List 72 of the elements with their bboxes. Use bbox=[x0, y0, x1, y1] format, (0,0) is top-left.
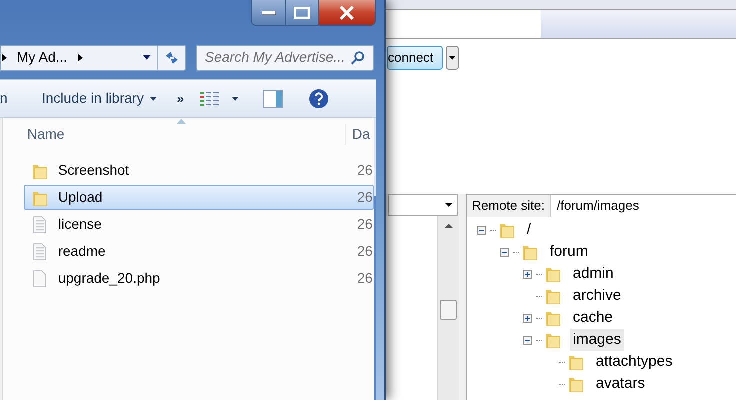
chevron-icon bbox=[2, 54, 7, 62]
maximize-button[interactable] bbox=[286, 0, 319, 25]
folder-icon bbox=[522, 243, 538, 261]
scrollbar[interactable] bbox=[374, 118, 376, 400]
date-cell-text: 26 bbox=[357, 242, 373, 261]
collapse-icon[interactable] bbox=[523, 336, 532, 344]
chevron-icon bbox=[78, 54, 83, 62]
collapse-icon[interactable] bbox=[500, 248, 509, 256]
caret-icon bbox=[448, 56, 456, 60]
tree-item[interactable]: archive bbox=[570, 284, 624, 308]
tree-item[interactable]: admin bbox=[570, 262, 617, 286]
maximize-icon bbox=[294, 6, 310, 18]
folder-icon bbox=[545, 287, 561, 305]
text-file-icon bbox=[32, 242, 48, 260]
collapse-icon[interactable] bbox=[477, 226, 486, 234]
dropdown-caret-icon[interactable] bbox=[143, 55, 151, 60]
date-cell-text: 26 bbox=[357, 269, 373, 288]
folder-icon bbox=[545, 309, 561, 327]
file-icon bbox=[32, 270, 48, 288]
date-cell-text: 26 bbox=[357, 188, 373, 207]
scroll-up-icon bbox=[445, 224, 453, 228]
date-cell-text: 26 bbox=[357, 161, 373, 180]
file-name: upgrade_20.php bbox=[58, 269, 162, 288]
folder-icon bbox=[499, 221, 515, 239]
file-name: readme bbox=[58, 242, 107, 261]
local-site-combo[interactable] bbox=[388, 194, 458, 216]
caret-icon[interactable] bbox=[232, 96, 240, 100]
scrollbar[interactable] bbox=[437, 216, 459, 400]
folder-icon bbox=[568, 353, 584, 371]
search-field[interactable]: Search My Advertise... bbox=[196, 44, 374, 70]
folder-icon bbox=[568, 375, 584, 393]
expand-icon[interactable] bbox=[523, 314, 532, 322]
file-name: Screenshot bbox=[58, 161, 130, 180]
file-row[interactable]: license 26 bbox=[24, 212, 374, 237]
tree-item[interactable]: forum bbox=[547, 240, 592, 264]
address-bar[interactable]: My Ad... bbox=[0, 44, 186, 70]
close-icon bbox=[339, 6, 355, 20]
tree-item[interactable]: / bbox=[524, 218, 534, 242]
close-button[interactable] bbox=[319, 0, 375, 25]
column-header[interactable]: Name bbox=[27, 124, 346, 144]
text-file-icon bbox=[32, 216, 48, 234]
toolbar-item[interactable]: n bbox=[0, 88, 10, 109]
remote-path-field[interactable]: /forum/images bbox=[550, 195, 736, 217]
file-row[interactable]: upgrade_20.php 26 bbox=[24, 266, 374, 291]
folder-icon bbox=[545, 331, 561, 349]
search-icon bbox=[351, 50, 365, 64]
quickconnect-dropdown[interactable] bbox=[446, 46, 459, 70]
caret-icon bbox=[150, 96, 157, 100]
file-row[interactable]: Screenshot 26 bbox=[24, 158, 374, 183]
breadcrumb-item[interactable]: My Ad... bbox=[17, 47, 68, 68]
folder-icon bbox=[545, 265, 561, 283]
expand-icon[interactable] bbox=[523, 270, 532, 278]
date-cell-text: 26 bbox=[357, 215, 373, 234]
file-name: Upload bbox=[58, 188, 104, 207]
file-name: license bbox=[58, 215, 103, 234]
column-header[interactable]: Da bbox=[345, 124, 370, 144]
tree-item[interactable]: avatars bbox=[593, 372, 648, 396]
include-in-library-button[interactable]: Include in library bbox=[42, 88, 157, 109]
tree-item[interactable]: attachtypes bbox=[593, 350, 676, 374]
quickconnect-button[interactable]: connect bbox=[387, 46, 443, 70]
caret-icon bbox=[445, 203, 453, 207]
more-button[interactable]: » bbox=[176, 88, 184, 108]
help-icon[interactable] bbox=[309, 88, 330, 108]
tree-item[interactable]: cache bbox=[570, 306, 616, 330]
scroll-thumb[interactable] bbox=[440, 300, 457, 320]
refresh-icon bbox=[164, 50, 180, 64]
file-row[interactable]: readme 26 bbox=[24, 239, 374, 264]
file-row[interactable]: Upload 26 bbox=[24, 185, 374, 210]
tree-item[interactable]: images bbox=[570, 328, 624, 352]
view-options-icon[interactable] bbox=[200, 90, 220, 106]
preview-pane-icon[interactable] bbox=[263, 90, 284, 108]
minimize-button[interactable] bbox=[252, 0, 286, 25]
